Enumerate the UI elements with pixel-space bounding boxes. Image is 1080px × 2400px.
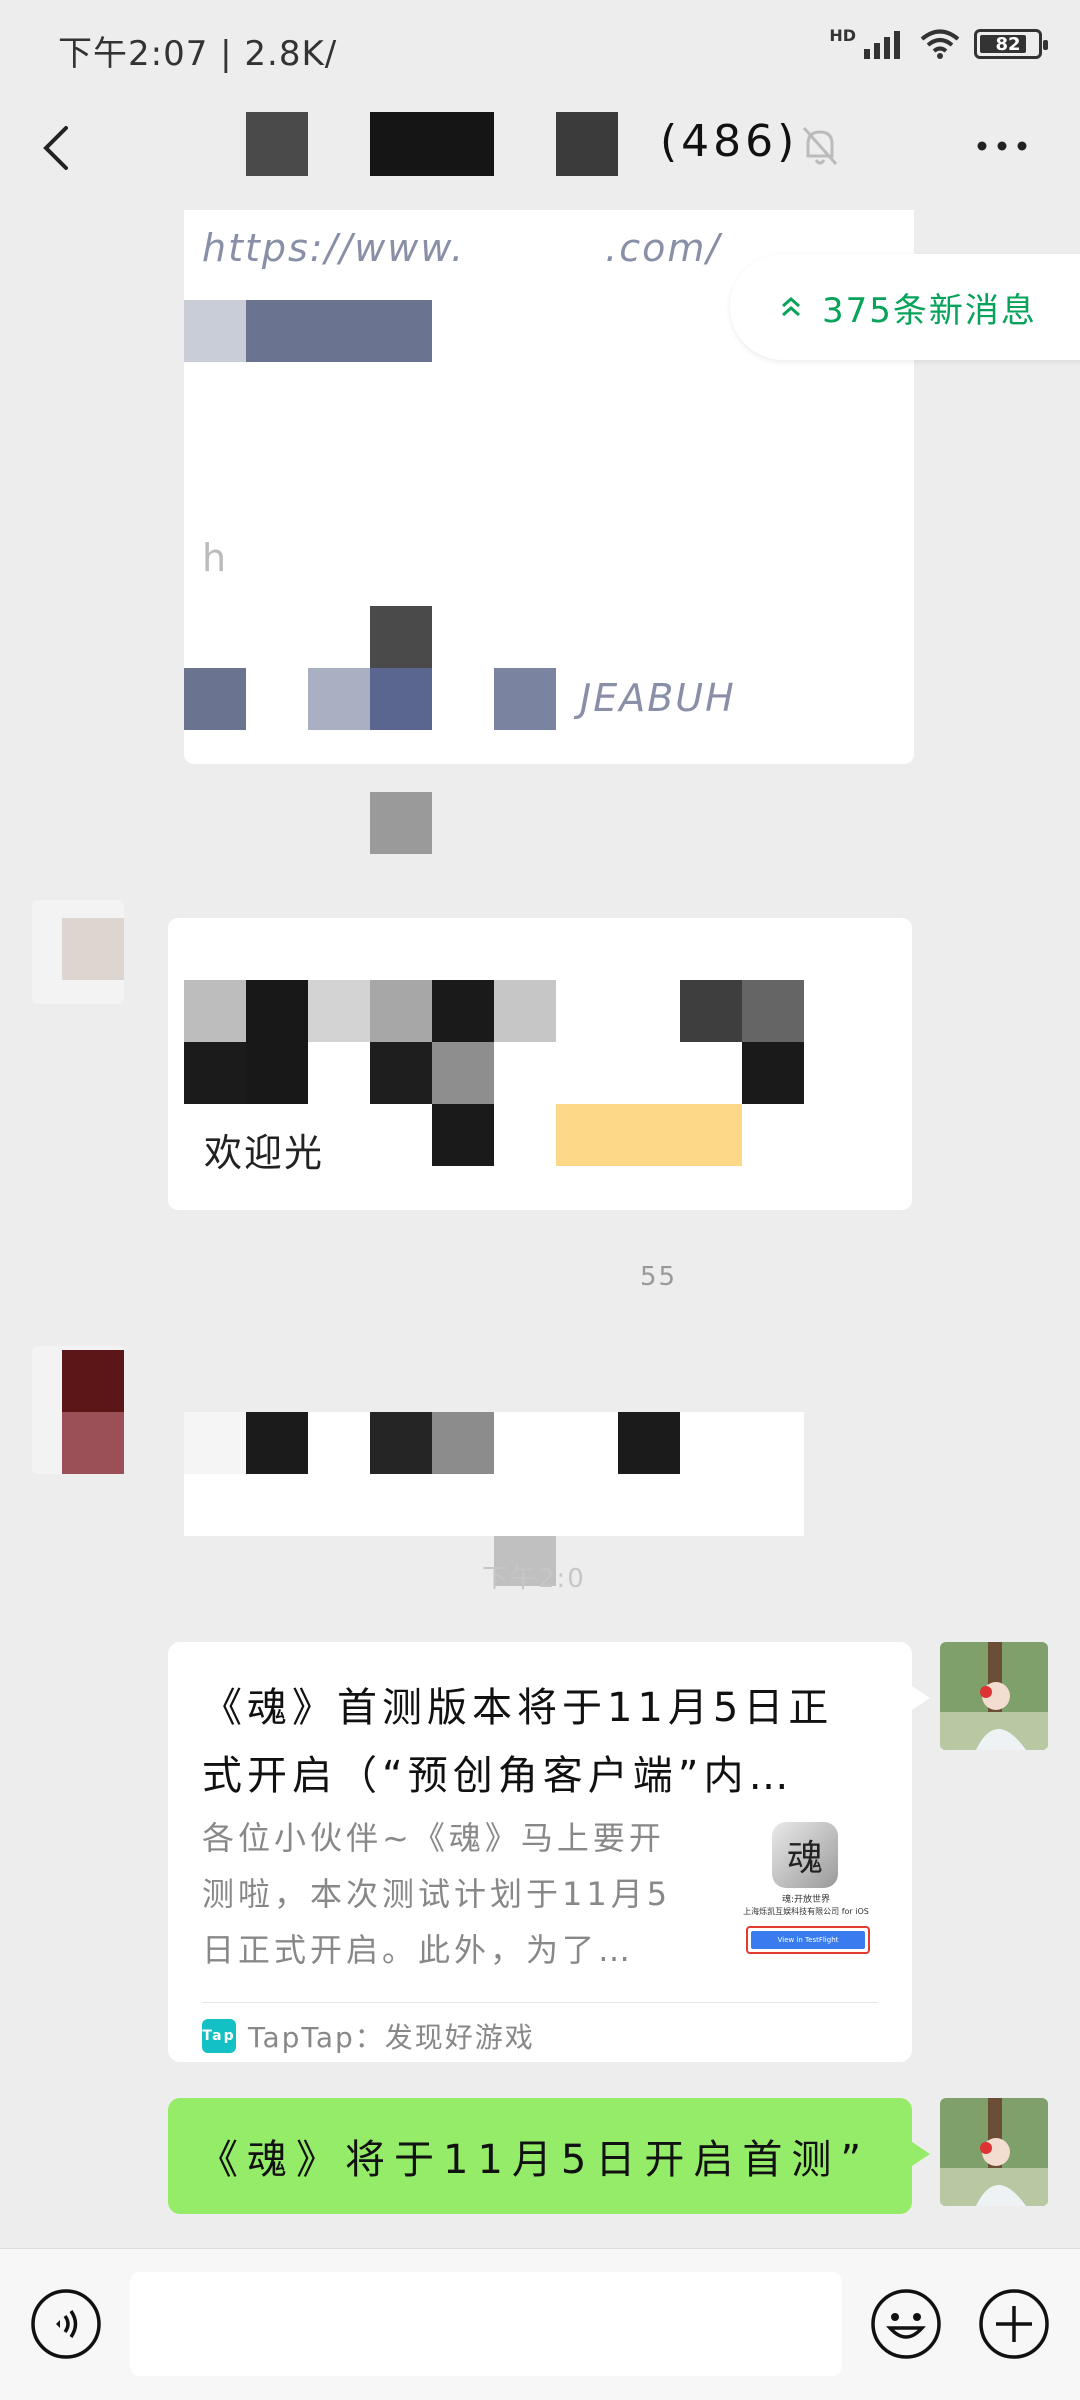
link-card-description: 各位小伙伴~《魂》马上要开测啦，本次测试计划于11月5日正式开启。此外，为了… [202, 1819, 672, 1969]
my-avatar[interactable] [940, 1642, 1048, 1750]
battery-icon: 82 [974, 29, 1048, 59]
new-messages-pill[interactable]: 375条新消息 [730, 254, 1080, 360]
avatar-photo [940, 2098, 1048, 2206]
battery-level: 82 [995, 33, 1021, 55]
link-card-thumbnail: 魂 魂:开放世界 上海烁凯互娱科技有限公司 for iOS View in Te… [736, 1822, 876, 1962]
link-card-title: 《魂》首测版本将于11月5日正式开启（“预创角客户端”内… [202, 1685, 834, 1799]
game-logo-icon: 魂 [772, 1822, 838, 1888]
network-label: HD [829, 25, 856, 45]
message-bubble-outgoing[interactable]: 《魂》将于11月5日开启首测” [168, 2098, 930, 2214]
status-time: 下午2:07 | 2.8K/ [58, 34, 338, 74]
thumbnail-developer: 上海烁凯互娱科技有限公司 for iOS [743, 1907, 869, 1916]
message-link-line3: h [202, 536, 229, 580]
double-chevron-up-icon [782, 297, 800, 317]
status-icons: HD 82 [829, 25, 1048, 60]
message-input[interactable] [130, 2272, 842, 2376]
bell-muted-icon [802, 127, 838, 165]
chat-member-count: (486) [660, 116, 799, 167]
taptap-logo-icon: Tap [202, 2019, 236, 2053]
plus-circle-icon[interactable] [978, 2288, 1050, 2360]
my-avatar[interactable] [940, 2098, 1048, 2206]
message-timestamp: 下午2:0 [482, 1564, 586, 1594]
link-text-end: .com/ [605, 226, 722, 270]
voice-icon[interactable] [30, 2288, 102, 2360]
signal-icon [864, 31, 900, 59]
thumbnail-button-label: View in TestFlight [751, 1931, 865, 1949]
link-card-source-label: TapTap：发现好游戏 [248, 2021, 535, 2054]
message-text: 欢迎光 [204, 1131, 325, 1175]
new-messages-label: 375条新消息 [822, 290, 1037, 331]
link-card-source: Tap TapTap：发现好游戏 [202, 2016, 535, 2056]
chevron-left-icon[interactable] [30, 118, 90, 178]
message-timestamp: 55 [640, 1262, 678, 1292]
link-card-message[interactable]: 《魂》首测版本将于11月5日正式开启（“预创角客户端”内… 各位小伙伴~《魂》马… [168, 1642, 930, 2062]
message-link-line1: https://www. .com/ [202, 226, 721, 270]
thumbnail-testflight-button: View in TestFlight [746, 1926, 870, 1954]
link-card-divider [202, 2002, 878, 2003]
emoji-icon[interactable] [870, 2288, 942, 2360]
link-text-start: https://www. [202, 226, 466, 270]
sender-avatar[interactable] [32, 900, 124, 1004]
sender-avatar[interactable] [32, 1346, 124, 1474]
message-link-line4: JEABUH [580, 676, 736, 720]
avatar-photo [940, 1642, 1048, 1750]
thumbnail-app-name: 魂:开放世界 [781, 1895, 831, 1905]
more-horizontal-icon[interactable] [974, 128, 1030, 164]
wifi-icon [920, 29, 960, 59]
